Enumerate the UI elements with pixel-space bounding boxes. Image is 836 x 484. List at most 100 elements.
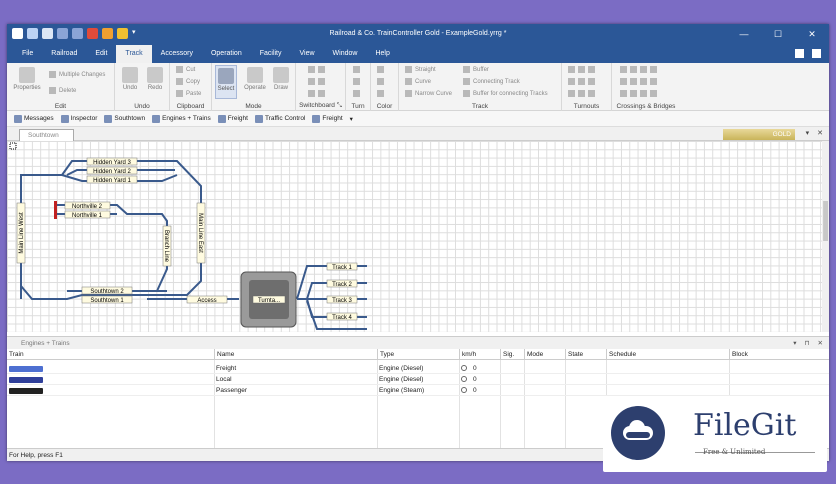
col-mode[interactable]: Mode: [524, 349, 565, 360]
col-schedule[interactable]: Schedule: [606, 349, 729, 360]
menu-railroad[interactable]: Railroad: [42, 45, 86, 63]
crossing-tools-2[interactable]: [620, 78, 657, 85]
ribbon-group-switchboard: Switchboard ⤡: [296, 63, 346, 111]
col-state[interactable]: State: [565, 349, 606, 360]
menu-facility[interactable]: Facility: [251, 45, 291, 63]
block-southtown-2[interactable]: Southtown 2: [90, 289, 124, 295]
menu-edit[interactable]: Edit: [86, 45, 116, 63]
buffer-button[interactable]: Buffer: [463, 66, 489, 73]
delete-button[interactable]: Delete: [49, 87, 76, 94]
curve-track-button[interactable]: Curve: [405, 78, 431, 85]
crossing-tools-3[interactable]: [620, 90, 657, 97]
minimize-button[interactable]: —: [727, 24, 761, 45]
block-southtown-1[interactable]: Southtown 1: [90, 298, 124, 304]
maximize-button[interactable]: ☐: [761, 24, 795, 45]
buffer-connecting-button[interactable]: Buffer for connecting Tracks: [463, 90, 548, 97]
switchboard-tools[interactable]: [308, 66, 325, 73]
group-label-undo: Undo: [134, 103, 150, 110]
multiple-changes-button[interactable]: Multiple Changes: [49, 71, 105, 78]
menu-operation[interactable]: Operation: [202, 45, 251, 63]
tab-close-icon[interactable]: ✕: [817, 129, 823, 137]
turn-tools-3[interactable]: [353, 90, 360, 97]
train-name: Local: [216, 376, 232, 383]
ribbon-group-clipboard: Cut Copy Paste Clipboard: [170, 63, 212, 111]
block-track-2[interactable]: Track 2: [332, 282, 352, 288]
train-speed: 0: [459, 386, 477, 396]
menu-bar: File Railroad Edit Track Accessory Opera…: [7, 45, 829, 63]
turn-tools-2[interactable]: [353, 78, 360, 85]
color-tools-2[interactable]: [377, 78, 384, 85]
block-hidden-yard-3[interactable]: Hidden Yard 3: [93, 160, 131, 166]
layout-icon[interactable]: [795, 49, 804, 58]
switchboard-tools-2[interactable]: [308, 78, 325, 85]
block-track-4[interactable]: Track 4: [332, 315, 352, 321]
switchboard-canvas[interactable]: Turnta... Hidden Yard 3 Hidden Yard 2 Hi…: [7, 141, 822, 332]
col-speed[interactable]: km/h: [459, 349, 500, 360]
col-train[interactable]: Train: [7, 349, 214, 360]
table-row[interactable]: Freight Engine (Diesel) 0: [7, 364, 829, 374]
settings-icon[interactable]: [812, 49, 821, 58]
train-type: Engine (Diesel): [379, 365, 424, 372]
inspector-button[interactable]: Inspector: [59, 114, 100, 123]
block-main-line-east[interactable]: Main Line East: [197, 213, 203, 253]
menu-accessory[interactable]: Accessory: [152, 45, 202, 63]
close-button[interactable]: ✕: [795, 24, 829, 45]
copy-button[interactable]: Copy: [176, 78, 200, 85]
traffic-control-button[interactable]: Traffic Control: [253, 114, 307, 123]
color-tools[interactable]: [377, 66, 384, 73]
properties-button[interactable]: Properties: [12, 67, 42, 91]
messages-button[interactable]: Messages: [12, 114, 56, 123]
select-mode-button[interactable]: Select: [215, 65, 237, 99]
cut-button[interactable]: Cut: [176, 66, 195, 73]
color-tools-3[interactable]: [377, 90, 384, 97]
straight-track-button[interactable]: Straight: [405, 66, 436, 73]
draw-mode-button[interactable]: Draw: [270, 67, 292, 91]
block-access[interactable]: Access: [197, 298, 216, 304]
col-type[interactable]: Type: [377, 349, 459, 360]
crossing-tools[interactable]: [620, 66, 657, 73]
block-northville-1[interactable]: Northville 1: [72, 213, 103, 219]
connecting-track-button[interactable]: Connecting Track: [463, 78, 520, 85]
menu-file[interactable]: File: [13, 45, 42, 63]
freight-button-2[interactable]: Freight: [310, 114, 344, 123]
menu-window[interactable]: Window: [324, 45, 367, 63]
turnout-tools-3[interactable]: [568, 90, 595, 97]
train-speed: 0: [459, 375, 477, 385]
block-main-line-west[interactable]: Main Line West: [19, 212, 25, 254]
toolbar-overflow-icon[interactable]: ▾: [348, 115, 355, 123]
turnout-tools[interactable]: [568, 66, 595, 73]
menu-view[interactable]: View: [291, 45, 324, 63]
block-track-3[interactable]: Track 3: [332, 298, 352, 304]
table-row[interactable]: Passenger Engine (Steam) 0: [7, 386, 829, 396]
undo-button[interactable]: Undo: [119, 67, 141, 91]
engines-trains-panel-header: Engines + Trains ▾ ⊓ ✕: [7, 336, 829, 349]
track-diagram: Turnta... Hidden Yard 3 Hidden Yard 2 Hi…: [9, 142, 367, 330]
canvas-scrollbar[interactable]: [822, 141, 829, 332]
view-toolbar: Messages Inspector Southtown Engines + T…: [7, 111, 829, 127]
tab-southtown[interactable]: Southtown: [19, 129, 74, 141]
ribbon-group-mode: Select Operate Draw Mode: [212, 63, 296, 111]
col-signal[interactable]: Sig.: [500, 349, 524, 360]
turn-tools[interactable]: [353, 66, 360, 73]
col-block[interactable]: Block: [729, 349, 829, 360]
table-row[interactable]: Local Engine (Diesel) 0: [7, 375, 829, 385]
block-hidden-yard-2[interactable]: Hidden Yard 2: [93, 169, 131, 175]
paste-button[interactable]: Paste: [176, 90, 201, 97]
table-header: Train Name Type km/h Sig. Mode State Sch…: [7, 349, 829, 360]
redo-button[interactable]: Redo: [144, 67, 166, 91]
block-branch-line[interactable]: Branch Line: [163, 230, 169, 263]
block-track-1[interactable]: Track 1: [332, 265, 352, 271]
freight-button[interactable]: Freight: [216, 114, 250, 123]
turnout-tools-2[interactable]: [568, 78, 595, 85]
menu-help[interactable]: Help: [366, 45, 398, 63]
block-hidden-yard-1[interactable]: Hidden Yard 1: [93, 178, 131, 184]
engines-trains-button[interactable]: Engines + Trains: [150, 114, 213, 123]
tab-menu-icon[interactable]: ▾: [806, 129, 810, 137]
block-northville-2[interactable]: Northville 2: [72, 204, 103, 210]
narrow-curve-button[interactable]: Narrow Curve: [405, 90, 452, 97]
switchboard-tools-3[interactable]: [308, 90, 325, 97]
menu-track[interactable]: Track: [116, 45, 152, 63]
col-name[interactable]: Name: [214, 349, 377, 360]
southtown-button[interactable]: Southtown: [102, 114, 147, 123]
operate-mode-button[interactable]: Operate: [242, 67, 268, 91]
